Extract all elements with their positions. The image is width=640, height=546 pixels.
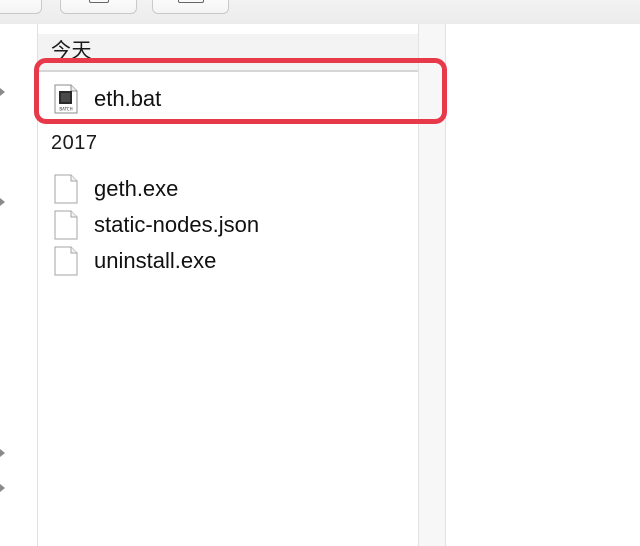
toolbar-button-back[interactable] <box>0 0 42 14</box>
file-row-static-nodes-json[interactable]: static-nodes.json <box>38 207 418 243</box>
disclosure-triangle-icon[interactable] <box>0 449 5 457</box>
parent-column <box>0 24 38 546</box>
document-icon <box>54 246 78 276</box>
batch-icon-label: BATCH <box>59 107 72 112</box>
batch-file-icon: BATCH <box>54 84 78 114</box>
tag-icon <box>177 0 204 3</box>
file-name: static-nodes.json <box>94 212 260 237</box>
file-row-geth-exe[interactable]: geth.exe <box>38 171 418 207</box>
preview-column <box>446 24 640 546</box>
file-name: eth.bat <box>94 86 162 111</box>
column-divider[interactable] <box>418 24 446 546</box>
disclosure-triangle-icon[interactable] <box>0 88 5 96</box>
disclosure-triangle-icon[interactable] <box>0 484 5 492</box>
file-list-column: 今天 BATCH eth.bat 2017 geth.exe static-no… <box>38 24 418 546</box>
section-header-today: 今天 <box>38 34 418 72</box>
toolbar <box>0 0 640 25</box>
disclosure-triangle-icon[interactable] <box>0 198 5 206</box>
file-row-eth-bat[interactable]: BATCH eth.bat <box>38 81 418 117</box>
document-icon <box>54 174 78 204</box>
document-icon <box>54 210 78 240</box>
file-name: geth.exe <box>94 176 179 201</box>
toolbar-button-tags[interactable] <box>152 0 229 14</box>
section-header-2017: 2017 <box>51 132 98 154</box>
toolbar-button-share[interactable] <box>60 0 137 14</box>
file-name: uninstall.exe <box>94 248 217 273</box>
finder-window: 今天 BATCH eth.bat 2017 geth.exe static-no… <box>0 0 640 546</box>
share-icon <box>88 0 109 3</box>
file-row-uninstall-exe[interactable]: uninstall.exe <box>38 243 418 279</box>
